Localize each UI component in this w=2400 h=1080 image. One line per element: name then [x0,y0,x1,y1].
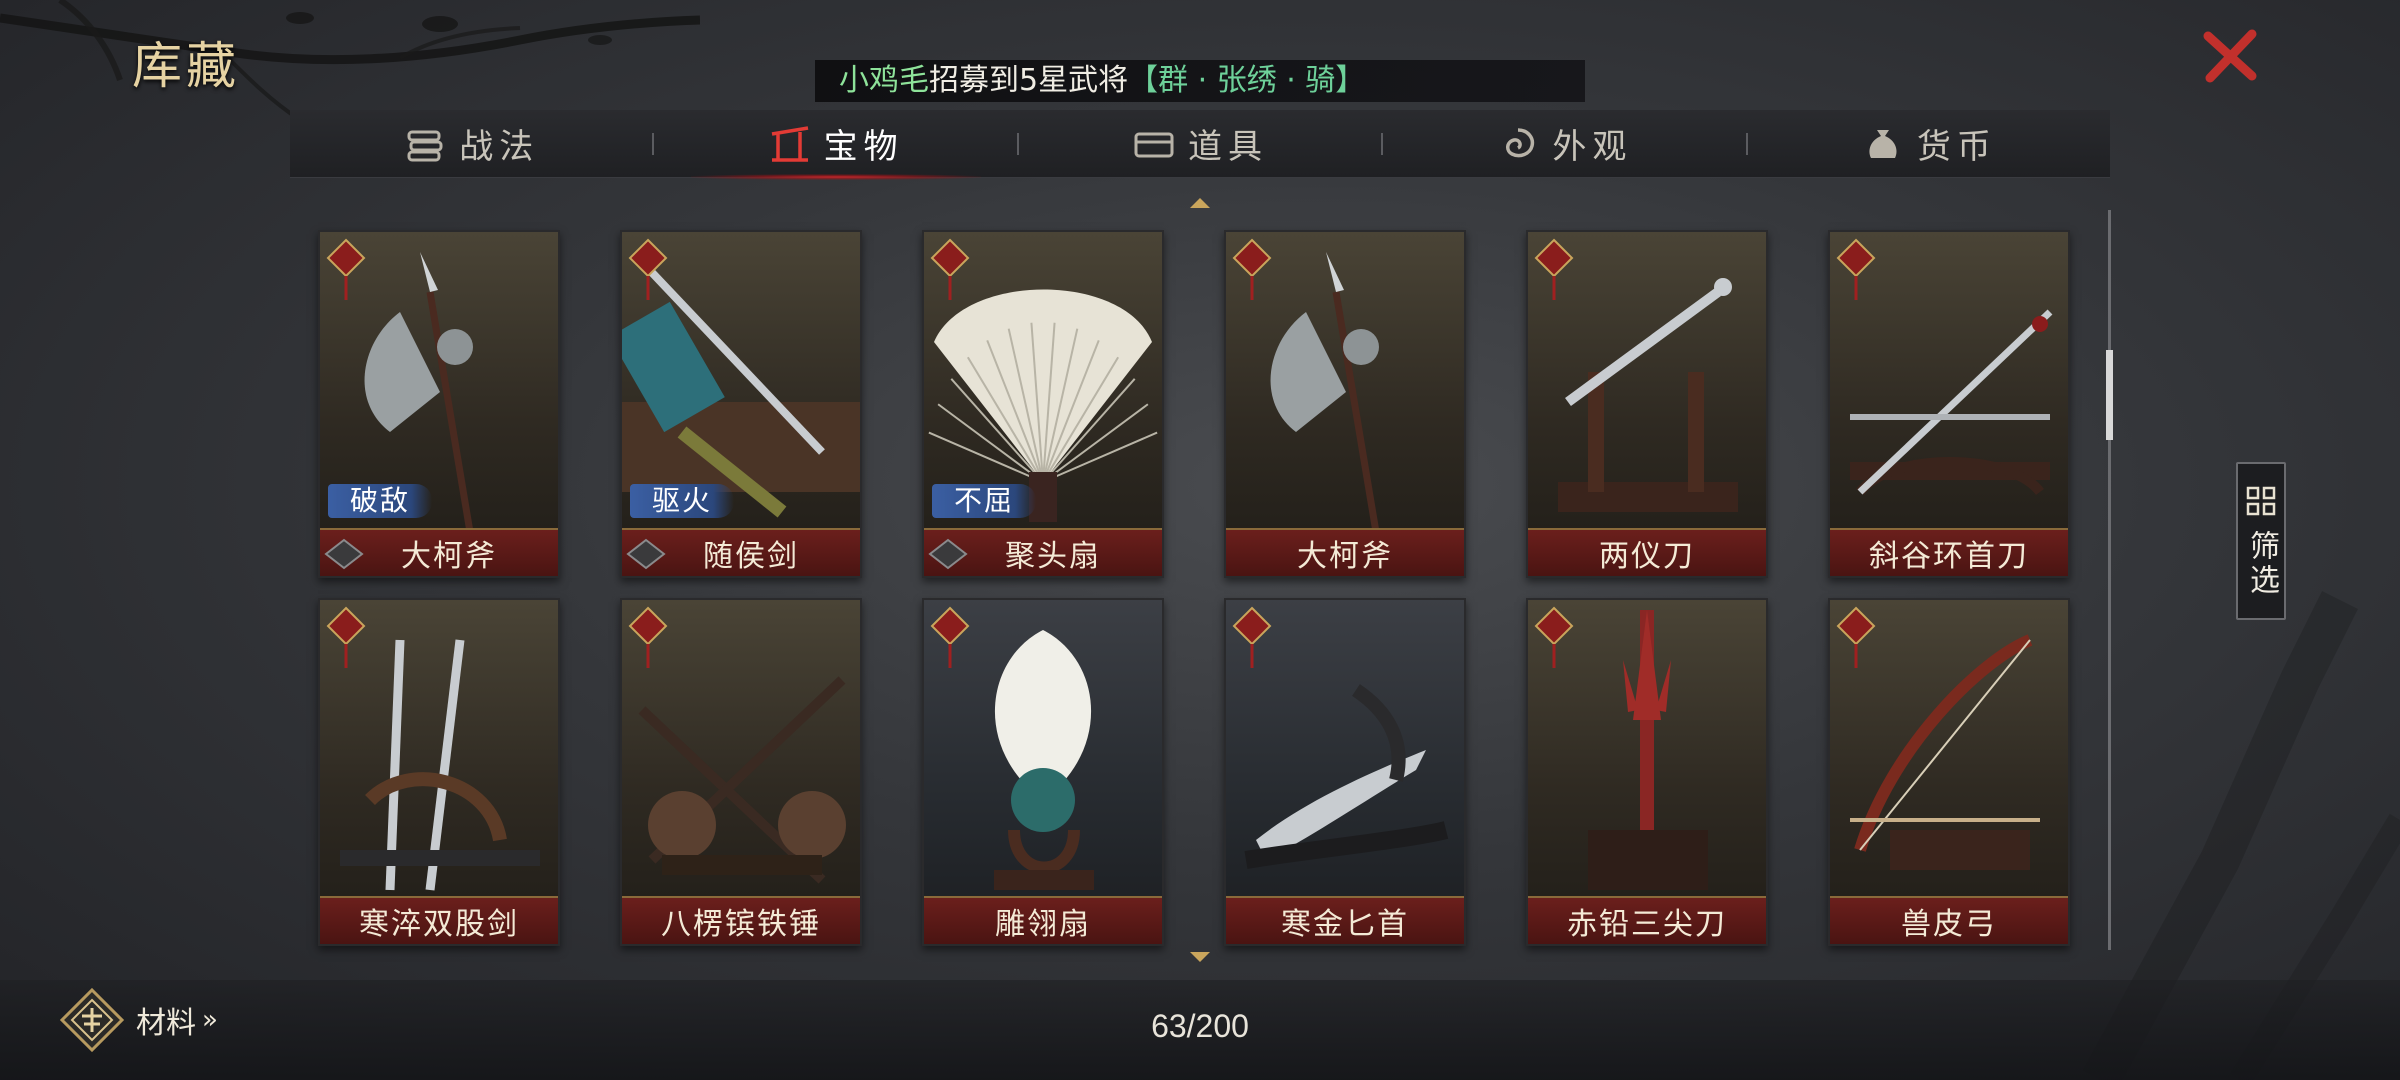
treasure-name-bar: 随侯剑 [622,528,860,576]
inspect-seal-icon [324,538,364,570]
tab-treasures[interactable]: 宝物 [654,110,1016,180]
treasure-card[interactable]: 两仪刀 [1526,230,1768,578]
tab-label: 外观 [1552,127,1633,167]
treasure-card[interactable]: 不屈聚头扇 [922,230,1164,578]
treasure-card[interactable]: 寒淬双股剑 [318,598,560,946]
treasure-name: 两仪刀 [1599,539,1695,574]
treasure-card[interactable]: 雕翎扇 [922,598,1164,946]
materials-emblem-icon [60,988,124,1052]
rarity-badge-icon [1232,606,1272,668]
treasure-card[interactable]: 破敌大柯斧 [318,230,560,578]
materials-label: 材料 [136,1006,196,1041]
treasure-name-bar: 八楞镔铁锤 [622,896,860,944]
inspect-seal-icon [626,538,666,570]
treasure-name-bar: 斜谷环首刀 [1830,528,2068,576]
announcement-marquee: 小鸡毛招募到5星武将【群 · 张绣 · 骑】 [815,60,1585,102]
tab-appearance[interactable]: 外观 [1383,110,1745,178]
treasure-name: 寒金匕首 [1281,907,1409,942]
rarity-badge-icon [628,606,668,668]
double-chevron-icon: » [202,1005,218,1035]
marquee-message: 招募到5星武将 [929,63,1129,98]
skill-tag: 不屈 [932,484,1037,518]
category-tabbar: 战法 宝物 道具 外观 货币 [290,110,2110,180]
page-title: 库藏 [132,37,240,95]
rarity-badge-icon [1534,606,1574,668]
money-bag-icon [1869,129,1897,158]
rarity-badge-icon [1836,238,1876,300]
treasure-card[interactable]: 寒金匕首 [1224,598,1466,946]
tab-label: 战法 [459,127,540,167]
treasure-name: 大柯斧 [401,539,497,574]
marquee-player: 小鸡毛 [839,63,929,98]
rarity-badge-icon [930,238,970,300]
rarity-badge-icon [628,238,668,300]
scroll-down-arrow-icon[interactable] [1188,950,1212,964]
treasure-name: 八楞镔铁锤 [661,907,821,942]
treasure-name-bar: 两仪刀 [1528,528,1766,576]
treasure-card[interactable]: 驱火随侯剑 [620,230,862,578]
treasure-name: 随侯剑 [703,539,799,574]
treasure-name-bar: 赤铅三尖刀 [1528,896,1766,944]
treasure-name: 兽皮弓 [1901,907,1997,942]
treasure-name-bar: 寒淬双股剑 [320,896,558,944]
treasure-name: 寒淬双股剑 [359,907,519,942]
materials-button[interactable]: 材料 » [60,988,218,1052]
treasure-name: 赤铅三尖刀 [1567,907,1727,942]
tab-label: 宝物 [823,127,904,167]
scroll-up-arrow-icon[interactable] [1188,196,1212,210]
chest-icon [1134,132,1174,157]
treasure-name-bar: 聚头扇 [924,528,1162,576]
filter-button[interactable]: 筛选 [2236,462,2286,620]
treasure-card[interactable]: 兽皮弓 [1828,598,2070,946]
treasure-name: 雕翎扇 [995,907,1091,942]
shrine-icon [771,125,808,162]
skill-tag: 破敌 [328,484,433,518]
scroll-bundle-icon [407,130,443,161]
rarity-badge-icon [930,606,970,668]
treasure-grid: 破敌 大柯斧 驱火 随侯剑 不屈 聚头扇 大柯斧 两仪刀 斜谷环首刀 寒淬双股剑 八楞镔铁锤 雕翎扇寒… [318,230,2078,946]
tab-items[interactable]: 道具 [1019,110,1381,178]
rarity-badge-icon [1836,606,1876,668]
close-button[interactable] [2200,28,2260,84]
rarity-badge-icon [326,238,366,300]
filter-label: 筛选 [2244,530,2279,598]
treasure-card[interactable]: 赤铅三尖刀 [1526,598,1768,946]
tab-label: 道具 [1188,127,1269,167]
treasure-card[interactable]: 斜谷环首刀 [1828,230,2070,578]
treasure-name-bar: 雕翎扇 [924,896,1162,944]
tab-tactics[interactable]: 战法 [290,110,652,178]
scrollbar-track [2108,210,2111,950]
marquee-hero: 【群 · 张绣 · 骑】 [1128,63,1366,98]
treasure-name: 斜谷环首刀 [1869,539,2029,574]
treasure-name-bar: 寒金匕首 [1226,896,1464,944]
skill-tag: 驱火 [630,484,735,518]
treasure-card[interactable]: 八楞镔铁锤 [620,598,862,946]
tab-currency[interactable]: 货币 [1748,110,2110,178]
treasure-card[interactable]: 大柯斧 [1224,230,1466,578]
treasure-name-bar: 兽皮弓 [1830,896,2068,944]
scrollbar-thumb[interactable] [2106,350,2113,440]
treasure-name: 大柯斧 [1297,539,1393,574]
rarity-badge-icon [1232,238,1272,300]
treasure-name-bar: 大柯斧 [320,528,558,576]
inventory-count: 63/200 [1151,1008,1249,1044]
swirl-icon [1506,127,1535,157]
rarity-badge-icon [326,606,366,668]
treasure-name: 聚头扇 [1005,539,1101,574]
rarity-badge-icon [1534,238,1574,300]
close-icon [2203,29,2257,83]
treasure-name-bar: 大柯斧 [1226,528,1464,576]
grid-filter-icon [2246,486,2276,516]
inspect-seal-icon [928,538,968,570]
tab-label: 货币 [1916,127,1997,167]
